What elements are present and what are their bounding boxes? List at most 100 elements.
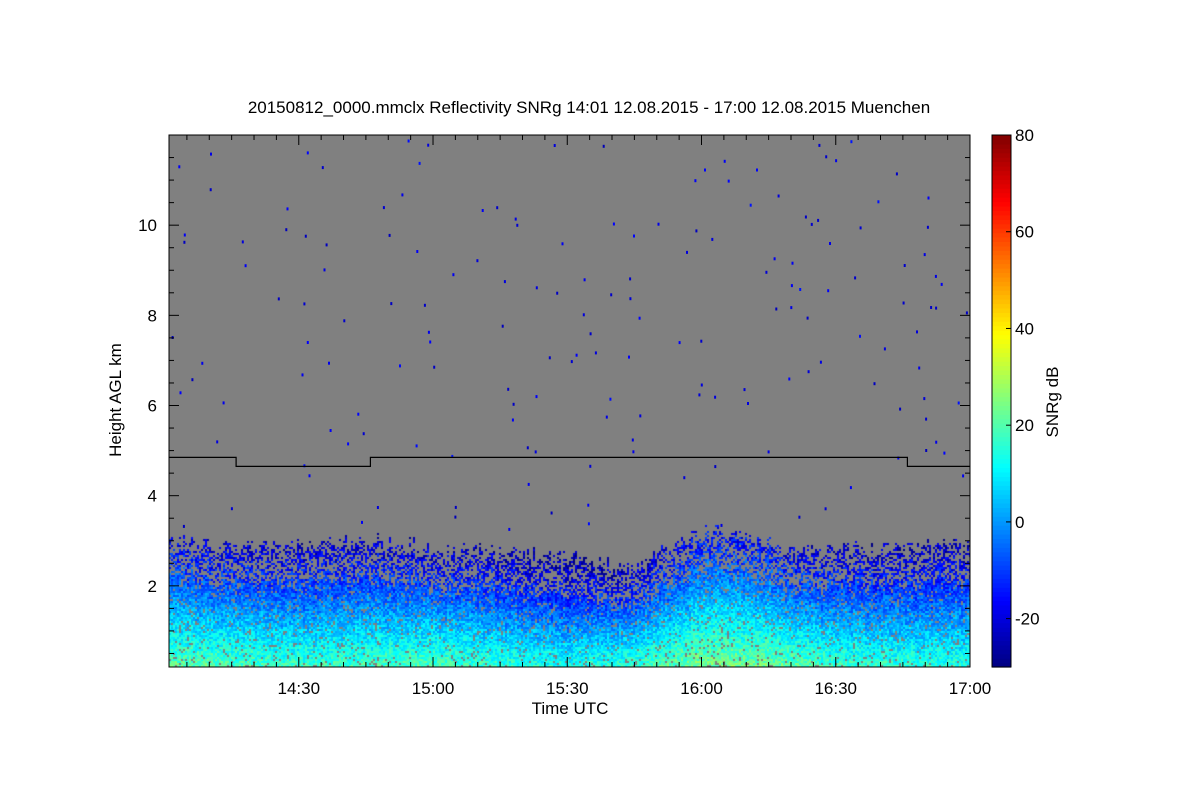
noise-speckle xyxy=(535,286,538,290)
noise-speckle xyxy=(854,276,857,280)
colorbar-segment xyxy=(992,214,1011,220)
noise-speckle xyxy=(328,361,330,365)
noise-speckle xyxy=(399,364,401,368)
colorbar-segment xyxy=(992,321,1011,327)
colorbar-segment xyxy=(992,485,1011,491)
noise-speckle xyxy=(362,432,365,436)
noise-speckle xyxy=(859,226,862,230)
noise-speckle xyxy=(923,253,926,257)
noise-speckle xyxy=(825,155,828,159)
colorbar-segment xyxy=(992,157,1011,163)
noise-speckle xyxy=(775,307,778,311)
colorbar-segment xyxy=(992,334,1011,340)
noise-speckle xyxy=(765,270,768,274)
colorbar-segment xyxy=(992,285,1011,291)
colorbar-segment xyxy=(992,502,1011,508)
colorbar-segment xyxy=(992,556,1011,562)
noise-speckle xyxy=(683,476,686,480)
noise-speckle xyxy=(773,257,776,261)
noise-speckle xyxy=(388,233,391,237)
noise-speckle xyxy=(306,341,309,344)
noise-speckle xyxy=(587,503,590,507)
colorbar-segment xyxy=(992,489,1011,495)
colorbar-segment xyxy=(992,135,1011,141)
noise-speckle xyxy=(534,450,537,454)
noise-speckle xyxy=(423,303,426,307)
noise-speckle xyxy=(501,324,504,328)
noise-speckle xyxy=(788,377,791,381)
noise-speckle xyxy=(589,464,592,468)
noise-speckle xyxy=(895,172,898,176)
noise-speckle xyxy=(433,365,436,369)
colorbar-segment xyxy=(992,498,1011,504)
noise-speckle xyxy=(631,438,634,442)
colorbar-segment xyxy=(992,174,1011,180)
colorbar-segment xyxy=(992,343,1011,349)
colorbar-segment xyxy=(992,205,1011,211)
colorbar-segment xyxy=(992,635,1011,641)
x-tick-label: 17:00 xyxy=(949,679,992,698)
colorbar-segment xyxy=(992,401,1011,407)
noise-speckle xyxy=(799,288,802,291)
colorbar-segment xyxy=(992,352,1011,358)
noise-speckle xyxy=(390,302,393,306)
colorbar-segment xyxy=(992,547,1011,553)
noise-speckle xyxy=(182,524,185,528)
colorbar-segment xyxy=(992,471,1011,477)
noise-speckle xyxy=(179,391,182,395)
noise-speckle xyxy=(700,383,703,387)
colorbar-segment xyxy=(992,591,1011,597)
colorbar-segment xyxy=(992,445,1011,451)
noise-speckle xyxy=(926,225,929,229)
colorbar-segment xyxy=(992,268,1011,274)
colorbar-segment xyxy=(992,245,1011,251)
noise-speckle xyxy=(965,311,968,315)
noise-speckle xyxy=(527,482,530,486)
noise-speckle xyxy=(935,440,938,444)
colorbar-segment xyxy=(992,303,1011,309)
colorbar-segment xyxy=(992,467,1011,473)
noise-speckle xyxy=(178,165,181,169)
colorbar-tick-label: -20 xyxy=(1015,610,1040,629)
noise-speckle xyxy=(209,188,212,192)
noise-speckle xyxy=(899,407,902,411)
noise-speckle xyxy=(957,401,960,405)
noise-speckle xyxy=(628,355,630,359)
colorbar-tick-label: 60 xyxy=(1015,223,1034,242)
noise-speckle xyxy=(923,397,926,401)
colorbar-segment xyxy=(992,578,1011,584)
noise-speckle xyxy=(686,250,688,254)
colorbar-segment xyxy=(992,148,1011,154)
colorbar-segment xyxy=(992,627,1011,633)
noise-speckle xyxy=(210,152,212,156)
colorbar-segment xyxy=(992,383,1011,389)
colorbar-segment xyxy=(992,476,1011,482)
chart-title: 20150812_0000.mmclx Reflectivity SNRg 14… xyxy=(248,98,930,117)
noise-speckle xyxy=(605,415,608,419)
echo-layer xyxy=(169,135,970,667)
noise-speckle xyxy=(827,289,830,293)
noise-speckle xyxy=(639,414,642,418)
noise-speckle xyxy=(582,313,585,317)
noise-speckle xyxy=(244,264,247,268)
noise-speckle xyxy=(934,274,937,278)
noise-speckle xyxy=(727,179,730,183)
noise-speckle xyxy=(548,356,551,360)
noise-speckle xyxy=(807,370,810,374)
colorbar-segment xyxy=(992,454,1011,460)
noise-speckle xyxy=(798,515,801,519)
colorbar-segment xyxy=(992,197,1011,203)
colorbar-segment xyxy=(992,622,1011,628)
colorbar-segment xyxy=(992,480,1011,486)
colorbar-segment xyxy=(992,188,1011,194)
noise-speckle xyxy=(286,207,289,211)
noise-speckle xyxy=(589,332,592,336)
colorbar-segment xyxy=(992,613,1011,619)
colorbar-segment xyxy=(992,516,1011,522)
noise-speckle xyxy=(418,161,421,165)
colorbar-segment xyxy=(992,330,1011,336)
colorbar-segment xyxy=(992,423,1011,429)
colorbar-segment xyxy=(992,529,1011,535)
colorbar-segment xyxy=(992,387,1011,393)
noise-speckle xyxy=(638,316,641,320)
